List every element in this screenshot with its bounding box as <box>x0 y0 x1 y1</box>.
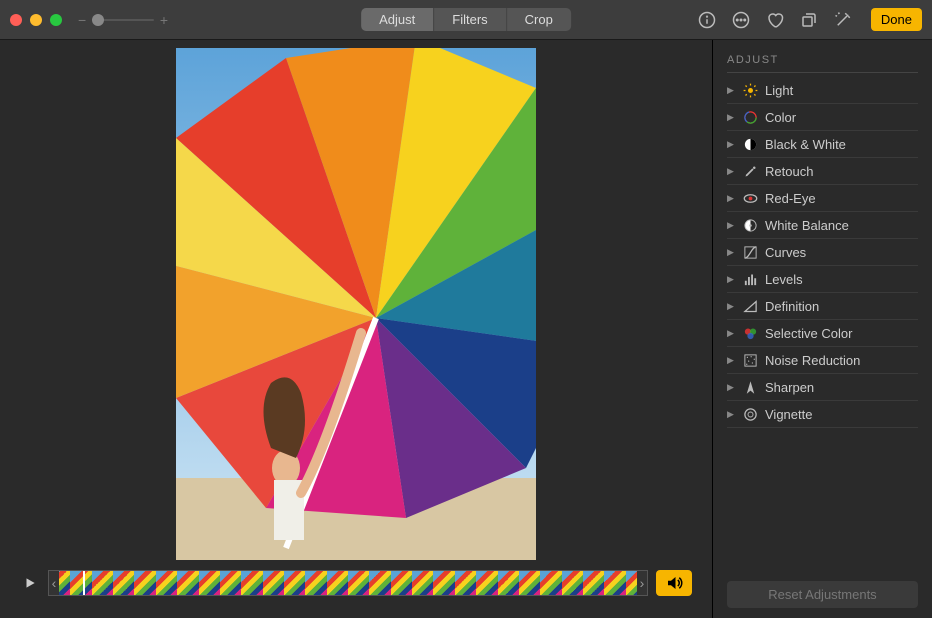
bw-icon <box>742 136 758 152</box>
playhead[interactable] <box>83 570 85 596</box>
adjust-item-label: Selective Color <box>765 326 852 341</box>
photo-preview[interactable] <box>176 48 536 560</box>
chevron-right-icon: ▶ <box>727 328 735 339</box>
adjust-item-label: Vignette <box>765 407 812 422</box>
trim-handle-right[interactable]: › <box>637 571 647 595</box>
info-button[interactable] <box>697 10 717 30</box>
video-controls: ‹ document.write(Array.from({length:28})… <box>0 570 712 596</box>
chevron-right-icon: ▶ <box>727 247 735 258</box>
zoom-in-icon: + <box>160 12 168 28</box>
adjust-item-label: Sharpen <box>765 380 814 395</box>
audio-button[interactable] <box>656 570 692 596</box>
adjust-item-label: Light <box>765 83 793 98</box>
zoom-thumb[interactable] <box>92 14 104 26</box>
minimize-window-button[interactable] <box>30 14 42 26</box>
video-timeline[interactable]: ‹ document.write(Array.from({length:28})… <box>48 570 648 596</box>
vignette-icon <box>742 406 758 422</box>
light-icon <box>742 82 758 98</box>
adjust-item-wb[interactable]: ▶ White Balance <box>727 212 918 239</box>
chevron-right-icon: ▶ <box>727 409 735 420</box>
adjust-item-curves[interactable]: ▶ Curves <box>727 239 918 266</box>
chevron-right-icon: ▶ <box>727 139 735 150</box>
toolbar-right: Done <box>697 8 922 31</box>
adjust-item-sharpen[interactable]: ▶ Sharpen <box>727 374 918 401</box>
definition-icon <box>742 298 758 314</box>
chevron-right-icon: ▶ <box>727 274 735 285</box>
adjust-item-label: Black & White <box>765 137 846 152</box>
adjust-item-label: White Balance <box>765 218 849 233</box>
chevron-right-icon: ▶ <box>727 355 735 366</box>
chevron-right-icon: ▶ <box>727 112 735 123</box>
adjust-item-label: Definition <box>765 299 819 314</box>
adjust-item-label: Retouch <box>765 164 813 179</box>
done-button[interactable]: Done <box>871 8 922 31</box>
color-icon <box>742 109 758 125</box>
adjust-item-label: Red-Eye <box>765 191 816 206</box>
wb-icon <box>742 217 758 233</box>
more-button[interactable] <box>731 10 751 30</box>
canvas-area: ‹ document.write(Array.from({length:28})… <box>0 40 712 618</box>
adjust-item-color[interactable]: ▶ Color <box>727 104 918 131</box>
levels-icon <box>742 271 758 287</box>
curves-icon <box>742 244 758 260</box>
redeye-icon <box>742 190 758 206</box>
chevron-right-icon: ▶ <box>727 85 735 96</box>
sidebar-heading: ADJUST <box>727 54 918 73</box>
preview-image <box>176 48 536 560</box>
adjust-item-bw[interactable]: ▶ Black & White <box>727 131 918 158</box>
adjust-item-vignette[interactable]: ▶ Vignette <box>727 401 918 428</box>
chevron-right-icon: ▶ <box>727 193 735 204</box>
sharpen-icon <box>742 379 758 395</box>
zoom-slider[interactable]: − + <box>78 12 168 28</box>
tab-adjust[interactable]: Adjust <box>361 8 433 31</box>
chevron-right-icon: ▶ <box>727 166 735 177</box>
adjust-item-label: Color <box>765 110 796 125</box>
play-button[interactable] <box>20 573 40 593</box>
retouch-icon <box>742 163 758 179</box>
adjust-item-selcolor[interactable]: ▶ Selective Color <box>727 320 918 347</box>
chevron-right-icon: ▶ <box>727 382 735 393</box>
adjust-item-retouch[interactable]: ▶ Retouch <box>727 158 918 185</box>
window-controls <box>10 14 62 26</box>
adjust-item-label: Curves <box>765 245 806 260</box>
adjust-sidebar: ADJUST ▶ Light ▶ Color ▶ Black & White ▶ Retouc… <box>712 40 932 618</box>
selcolor-icon <box>742 325 758 341</box>
titlebar: − + Adjust Filters Crop Done <box>0 0 932 40</box>
close-window-button[interactable] <box>10 14 22 26</box>
favorite-button[interactable] <box>765 10 785 30</box>
noise-icon <box>742 352 758 368</box>
zoom-track[interactable] <box>92 19 154 21</box>
chevron-right-icon: ▶ <box>727 220 735 231</box>
trim-handle-left[interactable]: ‹ <box>49 571 59 595</box>
reset-adjustments-button[interactable]: Reset Adjustments <box>727 581 918 608</box>
adjust-item-light[interactable]: ▶ Light <box>727 77 918 104</box>
adjust-item-noise[interactable]: ▶ Noise Reduction <box>727 347 918 374</box>
adjust-item-redeye[interactable]: ▶ Red-Eye <box>727 185 918 212</box>
tab-filters[interactable]: Filters <box>433 8 505 31</box>
rotate-button[interactable] <box>799 10 819 30</box>
auto-enhance-button[interactable] <box>833 10 853 30</box>
fullscreen-window-button[interactable] <box>50 14 62 26</box>
adjust-item-label: Levels <box>765 272 803 287</box>
adjust-item-label: Noise Reduction <box>765 353 860 368</box>
edit-mode-tabs: Adjust Filters Crop <box>361 8 571 31</box>
zoom-out-icon: − <box>78 12 86 28</box>
adjust-item-definition[interactable]: ▶ Definition <box>727 293 918 320</box>
chevron-right-icon: ▶ <box>727 301 735 312</box>
tab-crop[interactable]: Crop <box>506 8 571 31</box>
adjust-item-levels[interactable]: ▶ Levels <box>727 266 918 293</box>
